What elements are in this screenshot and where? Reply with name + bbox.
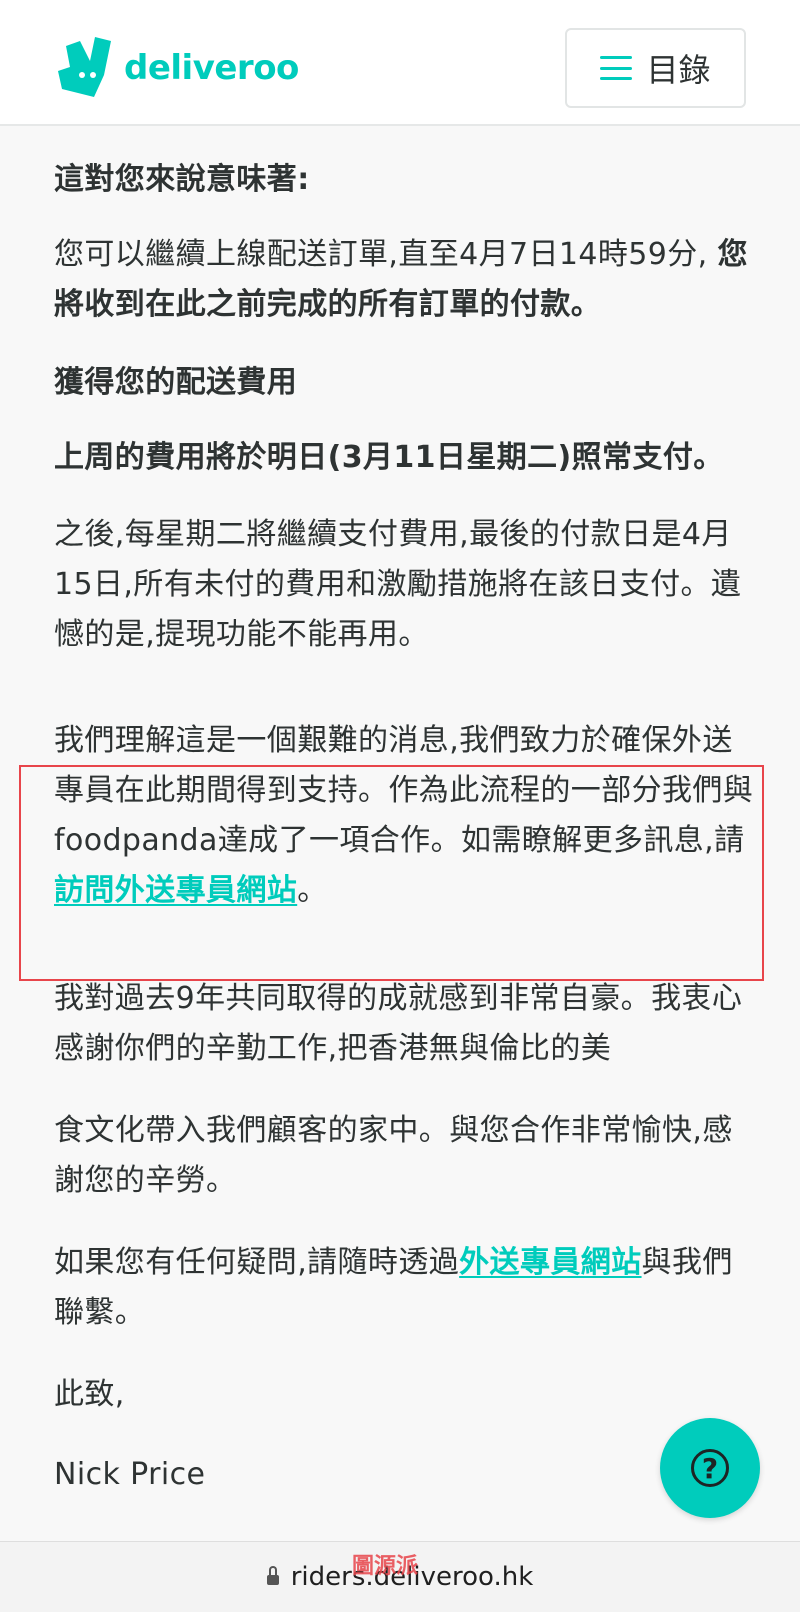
deadline-text: 您可以繼續上線配送訂單,直至4月7日14時59分, — [54, 237, 718, 272]
paragraph-fees-heading: 獲得您的配送費用 — [54, 365, 298, 400]
paragraph-meaning-heading: 這對您來說意味著: — [54, 162, 310, 197]
deliveroo-kangaroo-icon — [58, 37, 111, 97]
lock-icon — [266, 1566, 279, 1585]
paragraph-last-week-payment: 上周的費用將於明日(3月11日星期二)照常支付。 — [54, 440, 724, 475]
menu-label: 目錄 — [646, 51, 711, 89]
menu-button[interactable]: 目錄 — [565, 28, 746, 108]
paragraph-contact: 如果您有任何疑問,請隨時透過外送專員網站與我們聯繫。 — [54, 1238, 754, 1338]
rider-website-contact-link[interactable]: 外送專員網站 — [459, 1245, 641, 1280]
help-button[interactable]: ? — [660, 1418, 760, 1518]
logo-text: deliveroo — [124, 48, 299, 88]
watermark-logo: 圖源派 — [352, 1553, 419, 1579]
paragraph-delivery-deadline: 您可以繼續上線配送訂單,直至4月7日14時59分, 您將收到在此之前完成的所有訂… — [54, 230, 754, 330]
closing-salutation: 此致, — [54, 1377, 125, 1412]
highlight-annotation-box — [19, 765, 764, 981]
paragraph-payment-schedule: 之後,每星期二將繼續支付費用,最後的付款日是4月15日,所有未付的費用和激勵措施… — [54, 517, 742, 652]
paragraph-gratitude: 我對過去9年共同取得的成就感到非常自豪。我衷心感謝你們的辛勤工作,把香港無與倫比… — [54, 981, 743, 1066]
deliveroo-logo[interactable]: deliveroo — [56, 36, 299, 100]
paragraph-food-culture: 食文化帶入我們顧客的家中。與您合作非常愉快,感謝您的辛勞。 — [54, 1113, 733, 1198]
question-mark-icon: ? — [691, 1449, 729, 1487]
signature-name: Nick Price — [54, 1457, 206, 1492]
hamburger-icon — [600, 56, 633, 80]
contact-text: 如果您有任何疑問,請隨時透過 — [54, 1245, 460, 1280]
site-header: deliveroo 目錄 — [0, 0, 800, 126]
